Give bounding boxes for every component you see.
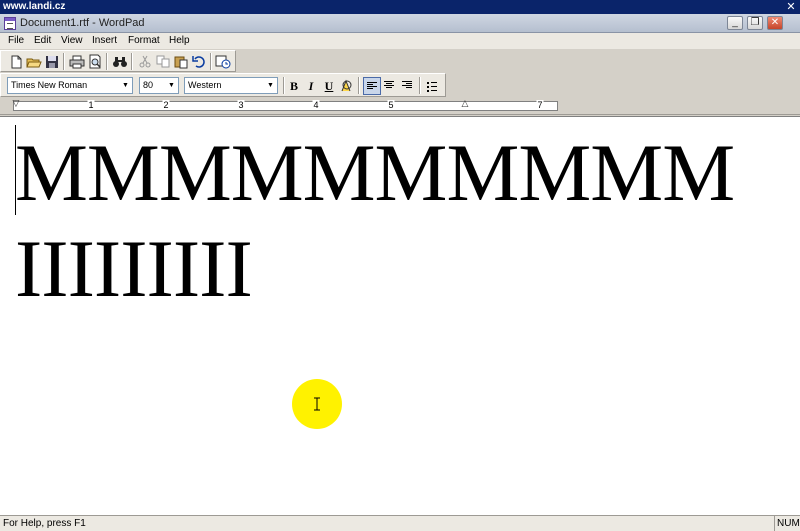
- open-folder-icon[interactable]: [25, 53, 43, 70]
- toolbar-separator: [131, 53, 133, 70]
- save-disk-icon[interactable]: [43, 53, 61, 70]
- align-center-icon: [384, 81, 394, 90]
- italic-button[interactable]: I: [302, 77, 320, 95]
- minimize-button[interactable]: _: [727, 16, 743, 30]
- num-lock-indicator: NUM: [774, 516, 800, 531]
- ruler-label: 4: [312, 100, 320, 110]
- outer-window-titlebar: www.landi.cz ✕: [0, 0, 800, 14]
- toolbar-separator: [210, 53, 212, 70]
- chevron-down-icon[interactable]: ▼: [166, 78, 177, 93]
- underline-button[interactable]: U: [320, 77, 338, 95]
- cut-scissors-icon[interactable]: [136, 53, 154, 70]
- toolbar-separator: [106, 53, 108, 70]
- menu-help[interactable]: Help: [169, 33, 190, 49]
- wordpad-titlebar[interactable]: Document1.rtf - WordPad _ ❐ ✕: [0, 14, 800, 33]
- ruler-label: 5: [387, 100, 395, 110]
- document-line: MMMMMMMMMM: [15, 127, 735, 218]
- font-size-value: 80: [143, 80, 154, 90]
- menu-format[interactable]: Format: [128, 33, 160, 49]
- wordpad-app-icon[interactable]: [4, 17, 16, 30]
- align-center-button[interactable]: [381, 77, 399, 95]
- print-preview-icon[interactable]: [86, 53, 104, 70]
- ruler-label: 1: [87, 100, 95, 110]
- align-left-button[interactable]: [363, 77, 381, 95]
- script-select[interactable]: Western ▼: [184, 77, 278, 94]
- font-size-select[interactable]: 80 ▼: [139, 77, 179, 94]
- align-right-icon: [402, 81, 412, 90]
- new-document-icon[interactable]: [7, 53, 25, 70]
- toolbar-separator: [63, 53, 65, 70]
- ruler-label: 7: [536, 100, 544, 110]
- font-name-select[interactable]: Times New Roman ▼: [7, 77, 133, 94]
- menu-file[interactable]: File: [8, 33, 24, 49]
- text-color-icon[interactable]: [338, 77, 356, 95]
- status-help-text: For Help, press F1: [3, 518, 86, 529]
- insert-datetime-icon[interactable]: [214, 53, 232, 70]
- copy-icon[interactable]: [154, 53, 172, 70]
- bullets-button[interactable]: [423, 77, 441, 95]
- format-toolbar: Times New Roman ▼ 80 ▼ Western ▼ B I U: [0, 73, 446, 97]
- font-name-value: Times New Roman: [11, 80, 88, 90]
- align-left-icon: [367, 82, 377, 91]
- toolbar-separator: [358, 77, 360, 94]
- chevron-down-icon[interactable]: ▼: [265, 78, 276, 93]
- menu-bar: File Edit View Insert Format Help: [0, 33, 800, 49]
- menu-insert[interactable]: Insert: [92, 33, 117, 49]
- undo-icon[interactable]: [190, 53, 208, 70]
- outer-close-button[interactable]: ✕: [785, 0, 797, 14]
- outer-window-title: www.landi.cz: [3, 1, 66, 12]
- window-title: Document1.rtf - WordPad: [20, 17, 145, 29]
- document-editor[interactable]: MMMMMMMMMM IIIIIIIII: [0, 116, 800, 515]
- toolbar-separator: [419, 77, 421, 94]
- ruler[interactable]: ▽ 1 2 3 4 5 △ 7: [13, 99, 558, 111]
- close-button[interactable]: ✕: [767, 16, 783, 30]
- script-value: Western: [188, 80, 222, 90]
- menu-view[interactable]: View: [61, 33, 83, 49]
- maximize-button[interactable]: ❐: [747, 16, 763, 30]
- standard-toolbar: [0, 50, 236, 72]
- ruler-area: ▽ 1 2 3 4 5 △ 7: [0, 97, 800, 115]
- menu-edit[interactable]: Edit: [34, 33, 51, 49]
- status-bar: For Help, press F1 NUM: [0, 515, 800, 531]
- paste-icon[interactable]: [172, 53, 190, 70]
- ruler-label: 3: [237, 100, 245, 110]
- find-binoculars-icon[interactable]: [111, 53, 129, 70]
- ruler-label: 2: [162, 100, 170, 110]
- i-beam-cursor-icon: [312, 397, 322, 411]
- chevron-down-icon[interactable]: ▼: [120, 78, 131, 93]
- document-line: IIIIIIIII: [15, 223, 253, 314]
- right-indent-marker[interactable]: △: [462, 99, 469, 108]
- bullet-list-icon: [427, 82, 437, 92]
- print-icon[interactable]: [68, 53, 86, 70]
- bold-button[interactable]: B: [285, 77, 303, 95]
- align-right-button[interactable]: [399, 77, 417, 95]
- first-line-indent-marker[interactable]: ▽: [13, 99, 20, 108]
